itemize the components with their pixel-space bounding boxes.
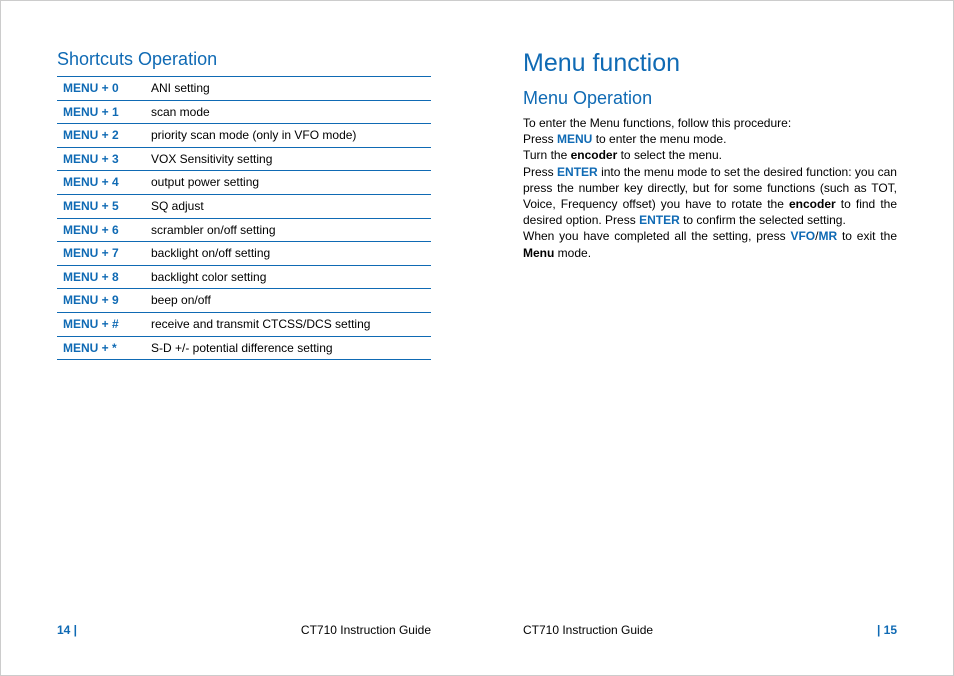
- text: to enter the menu mode.: [592, 132, 726, 146]
- shortcuts-heading: Shortcuts Operation: [57, 49, 431, 70]
- kw-mr: MR: [818, 229, 837, 243]
- shortcut-desc: scan mode: [145, 100, 431, 124]
- shortcut-key: MENU + *: [57, 336, 145, 360]
- table-row: MENU + 4output power setting: [57, 171, 431, 195]
- left-guide-label: CT710 Instruction Guide: [301, 623, 431, 637]
- page-spread: Shortcuts Operation MENU + 0ANI settingM…: [1, 1, 953, 675]
- menu-operation-heading: Menu Operation: [523, 88, 897, 109]
- shortcut-desc: backlight on/off setting: [145, 242, 431, 266]
- text: to exit the: [837, 229, 897, 243]
- shortcut-key: MENU + #: [57, 312, 145, 336]
- text: Turn the: [523, 148, 571, 162]
- shortcut-key: MENU + 9: [57, 289, 145, 313]
- table-row: MENU + *S-D +/- potential difference set…: [57, 336, 431, 360]
- menu-operation-body: To enter the Menu functions, follow this…: [523, 115, 897, 261]
- right-page: Menu function Menu Operation To enter th…: [477, 1, 953, 675]
- shortcut-key: MENU + 5: [57, 194, 145, 218]
- bold-encoder: encoder: [789, 197, 836, 211]
- text: to confirm the selected setting.: [680, 213, 846, 227]
- table-row: MENU + 2priority scan mode (only in VFO …: [57, 124, 431, 148]
- left-footer: 14 | CT710 Instruction Guide: [1, 623, 477, 637]
- shortcut-desc: S-D +/- potential difference setting: [145, 336, 431, 360]
- shortcut-desc: SQ adjust: [145, 194, 431, 218]
- table-row: MENU + 0ANI setting: [57, 77, 431, 101]
- shortcut-key: MENU + 3: [57, 147, 145, 171]
- table-row: MENU + 9beep on/off: [57, 289, 431, 313]
- shortcuts-table: MENU + 0ANI settingMENU + 1scan modeMENU…: [57, 76, 431, 360]
- right-page-number: | 15: [877, 623, 897, 637]
- shortcut-key: MENU + 0: [57, 77, 145, 101]
- shortcut-key: MENU + 4: [57, 171, 145, 195]
- text: Press: [523, 165, 557, 179]
- table-row: MENU + 3VOX Sensitivity setting: [57, 147, 431, 171]
- shortcut-desc: scrambler on/off setting: [145, 218, 431, 242]
- shortcut-key: MENU + 1: [57, 100, 145, 124]
- shortcut-desc: receive and transmit CTCSS/DCS setting: [145, 312, 431, 336]
- kw-vfo: VFO: [790, 229, 815, 243]
- shortcut-key: MENU + 7: [57, 242, 145, 266]
- table-row: MENU + #receive and transmit CTCSS/DCS s…: [57, 312, 431, 336]
- shortcut-desc: priority scan mode (only in VFO mode): [145, 124, 431, 148]
- table-row: MENU + 6scrambler on/off setting: [57, 218, 431, 242]
- text: To enter the Menu functions, follow this…: [523, 116, 791, 130]
- text: mode.: [554, 246, 591, 260]
- text: Press: [523, 132, 557, 146]
- kw-enter: ENTER: [639, 213, 680, 227]
- right-guide-label: CT710 Instruction Guide: [523, 623, 653, 637]
- shortcut-desc: beep on/off: [145, 289, 431, 313]
- shortcut-desc: backlight color setting: [145, 265, 431, 289]
- shortcut-key: MENU + 8: [57, 265, 145, 289]
- shortcut-desc: output power setting: [145, 171, 431, 195]
- text: to select the menu.: [617, 148, 722, 162]
- kw-menu: MENU: [557, 132, 592, 146]
- left-page-number: 14 |: [57, 623, 77, 637]
- bold-menu: Menu: [523, 246, 554, 260]
- table-row: MENU + 8backlight color setting: [57, 265, 431, 289]
- table-row: MENU + 1scan mode: [57, 100, 431, 124]
- right-footer: CT710 Instruction Guide | 15: [477, 623, 953, 637]
- menu-function-title: Menu function: [523, 49, 897, 78]
- left-page: Shortcuts Operation MENU + 0ANI settingM…: [1, 1, 477, 675]
- shortcut-desc: ANI setting: [145, 77, 431, 101]
- shortcut-desc: VOX Sensitivity setting: [145, 147, 431, 171]
- text: When you have completed all the setting,…: [523, 229, 790, 243]
- kw-enter: ENTER: [557, 165, 598, 179]
- table-row: MENU + 7backlight on/off setting: [57, 242, 431, 266]
- bold-encoder: encoder: [571, 148, 618, 162]
- table-row: MENU + 5 SQ adjust: [57, 194, 431, 218]
- shortcut-key: MENU + 6: [57, 218, 145, 242]
- shortcut-key: MENU + 2: [57, 124, 145, 148]
